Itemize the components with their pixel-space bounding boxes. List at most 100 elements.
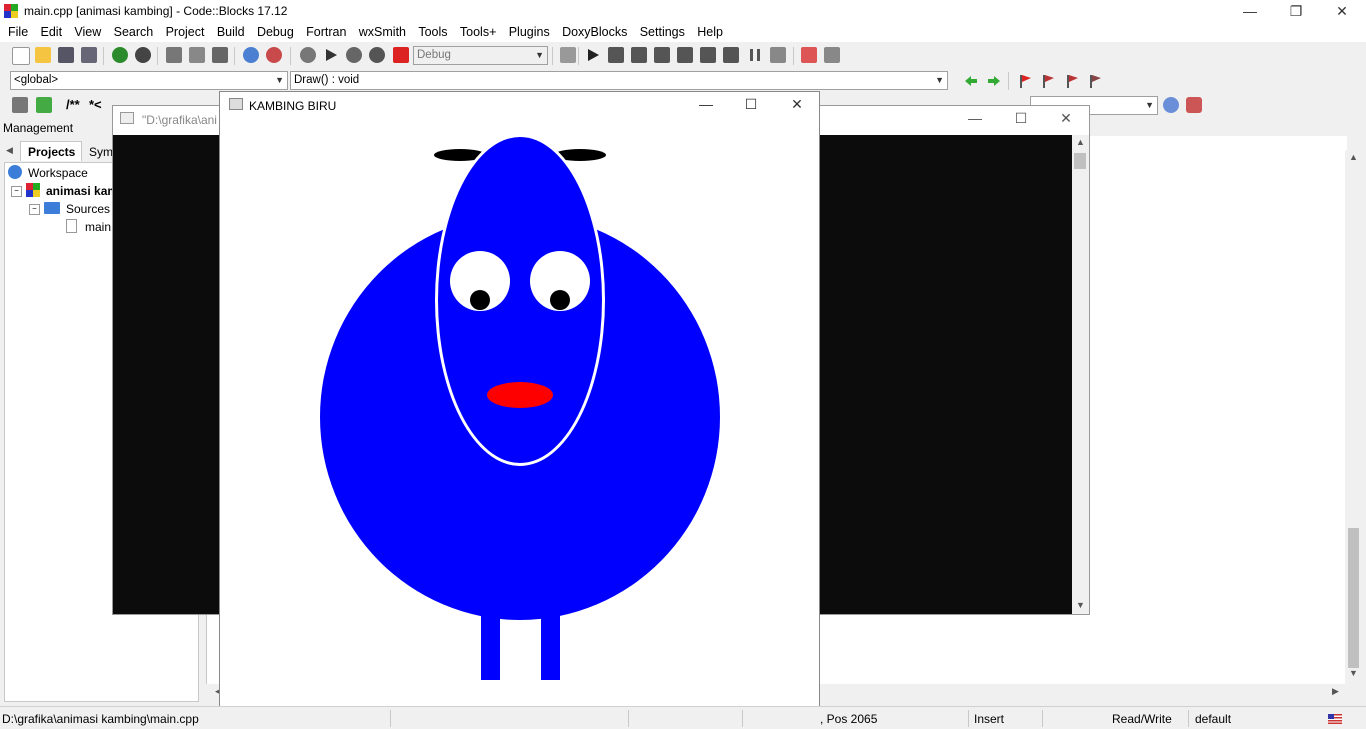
- scroll-up-icon[interactable]: ▲: [1076, 137, 1085, 147]
- restore-button[interactable]: ❐: [1273, 0, 1319, 22]
- build-run-icon[interactable]: [346, 47, 362, 63]
- open-file-icon[interactable]: [35, 47, 51, 63]
- doxywizard-icon[interactable]: [12, 97, 28, 113]
- goat-drawing: [320, 134, 720, 680]
- next-instruction-icon[interactable]: [700, 47, 716, 63]
- next-line-icon[interactable]: [631, 47, 647, 63]
- editor-vertical-scrollbar[interactable]: ▲ ▼: [1345, 150, 1362, 684]
- scroll-down-icon[interactable]: ▼: [1349, 668, 1358, 678]
- menu-settings[interactable]: Settings: [636, 22, 689, 39]
- settings-wrench-icon[interactable]: [1186, 97, 1202, 113]
- minimize-button[interactable]: —: [1227, 0, 1273, 22]
- replace-icon[interactable]: [266, 47, 282, 63]
- run-icon[interactable]: [323, 47, 339, 63]
- cut-icon[interactable]: [166, 47, 182, 63]
- window-title: main.cpp [animasi kambing] - Code::Block…: [24, 4, 288, 18]
- block-comment-button[interactable]: /**: [66, 97, 80, 112]
- tab-symbols[interactable]: Sym: [84, 143, 114, 161]
- function-select[interactable]: Draw() : void ▼: [290, 71, 948, 90]
- step-into-icon[interactable]: [654, 47, 670, 63]
- paste-icon[interactable]: [212, 47, 228, 63]
- run-to-cursor-icon[interactable]: [608, 47, 624, 63]
- tab-scroll-left-icon[interactable]: ◀: [6, 145, 13, 156]
- menu-fortran[interactable]: Fortran: [302, 22, 350, 39]
- menu-tools-plus[interactable]: Tools+: [456, 22, 500, 39]
- undo-icon[interactable]: [112, 47, 128, 63]
- glut-close-button[interactable]: ✕: [774, 93, 820, 117]
- glut-minimize-button[interactable]: —: [683, 93, 729, 117]
- step-out-icon[interactable]: [677, 47, 693, 63]
- status-position: , Pos 2065: [820, 712, 878, 726]
- menu-doxyblocks[interactable]: DoxyBlocks: [558, 22, 631, 39]
- close-button[interactable]: ✕: [1319, 0, 1365, 22]
- search-icon[interactable]: [1163, 97, 1179, 113]
- bookmark-prev-icon[interactable]: [1040, 73, 1056, 89]
- console-app-icon: [120, 112, 134, 124]
- scroll-down-icon[interactable]: ▼: [1076, 600, 1085, 610]
- console-title: "D:\grafika\ani: [142, 113, 217, 127]
- new-file-icon[interactable]: [12, 47, 30, 65]
- bookmark-next-icon[interactable]: [1064, 73, 1080, 89]
- menu-build[interactable]: Build: [213, 22, 249, 39]
- tree-item-workspace[interactable]: Workspace: [28, 166, 88, 180]
- console-scrollbar[interactable]: ▲ ▼: [1072, 135, 1089, 614]
- status-profile: default: [1195, 712, 1232, 726]
- goat-right-pupil: [550, 290, 570, 310]
- bookmark-toggle-icon[interactable]: [1017, 73, 1033, 89]
- stop-debug-icon[interactable]: [770, 47, 786, 63]
- scroll-thumb[interactable]: [1348, 528, 1359, 668]
- info-icon[interactable]: [560, 47, 576, 63]
- bookmark-clear-icon[interactable]: [1087, 73, 1103, 89]
- build-gear-icon[interactable]: [300, 47, 316, 63]
- title-bar: main.cpp [animasi kambing] - Code::Block…: [0, 0, 1366, 22]
- abort-icon[interactable]: [393, 47, 409, 63]
- save-all-icon[interactable]: [81, 47, 97, 63]
- console-minimize-button[interactable]: —: [952, 107, 998, 131]
- tree-item-sources[interactable]: Sources: [66, 202, 110, 216]
- menu-tools[interactable]: Tools: [414, 22, 451, 39]
- status-divider: [742, 710, 743, 727]
- tree-collapse-icon[interactable]: −: [11, 186, 22, 197]
- rebuild-icon[interactable]: [369, 47, 385, 63]
- codeblocks-logo-icon: [4, 4, 18, 18]
- tree-item-main-file[interactable]: main: [85, 220, 112, 234]
- scroll-thumb[interactable]: [1074, 153, 1086, 169]
- console-close-button[interactable]: ✕: [1043, 107, 1089, 131]
- copy-icon[interactable]: [189, 47, 205, 63]
- tab-projects[interactable]: Projects: [20, 141, 82, 161]
- jump-back-icon[interactable]: [963, 73, 979, 89]
- console-maximize-button[interactable]: ☐: [998, 107, 1044, 131]
- scroll-up-icon[interactable]: ▲: [1349, 152, 1358, 162]
- menu-view[interactable]: View: [70, 22, 105, 39]
- menu-plugins[interactable]: Plugins: [505, 22, 554, 39]
- find-icon[interactable]: [243, 47, 259, 63]
- menu-help[interactable]: Help: [693, 22, 727, 39]
- tree-collapse-icon[interactable]: −: [29, 204, 40, 215]
- tree-item-project[interactable]: animasi kam: [46, 184, 112, 198]
- extract-docs-icon[interactable]: [36, 97, 52, 113]
- scope-select[interactable]: <global> ▼: [10, 71, 288, 90]
- build-target-select[interactable]: Debug ▼: [413, 46, 548, 65]
- step-instruction-icon[interactable]: [723, 47, 739, 63]
- menu-edit[interactable]: Edit: [37, 22, 67, 39]
- glut-maximize-button[interactable]: ☐: [728, 93, 774, 117]
- glut-window-title: KAMBING BIRU: [249, 99, 337, 113]
- line-comment-button[interactable]: *<: [89, 97, 102, 112]
- menu-wxsmith[interactable]: wxSmith: [355, 22, 410, 39]
- menu-search[interactable]: Search: [110, 22, 158, 39]
- debug-start-icon[interactable]: [585, 47, 601, 63]
- status-divider: [1042, 710, 1043, 727]
- menu-project[interactable]: Project: [162, 22, 209, 39]
- management-title: Management: [3, 121, 74, 135]
- scroll-right-icon[interactable]: ▶: [1332, 686, 1339, 697]
- debug-windows-icon[interactable]: [801, 47, 817, 63]
- pause-icon[interactable]: [747, 47, 763, 63]
- various-info-icon[interactable]: [824, 47, 840, 63]
- redo-icon[interactable]: [135, 47, 151, 63]
- status-divider: [1188, 710, 1189, 727]
- jump-forward-icon[interactable]: [986, 73, 1002, 89]
- save-icon[interactable]: [58, 47, 74, 63]
- menu-debug[interactable]: Debug: [253, 22, 298, 39]
- menu-file[interactable]: File: [4, 22, 32, 39]
- folder-open-icon: [44, 202, 60, 214]
